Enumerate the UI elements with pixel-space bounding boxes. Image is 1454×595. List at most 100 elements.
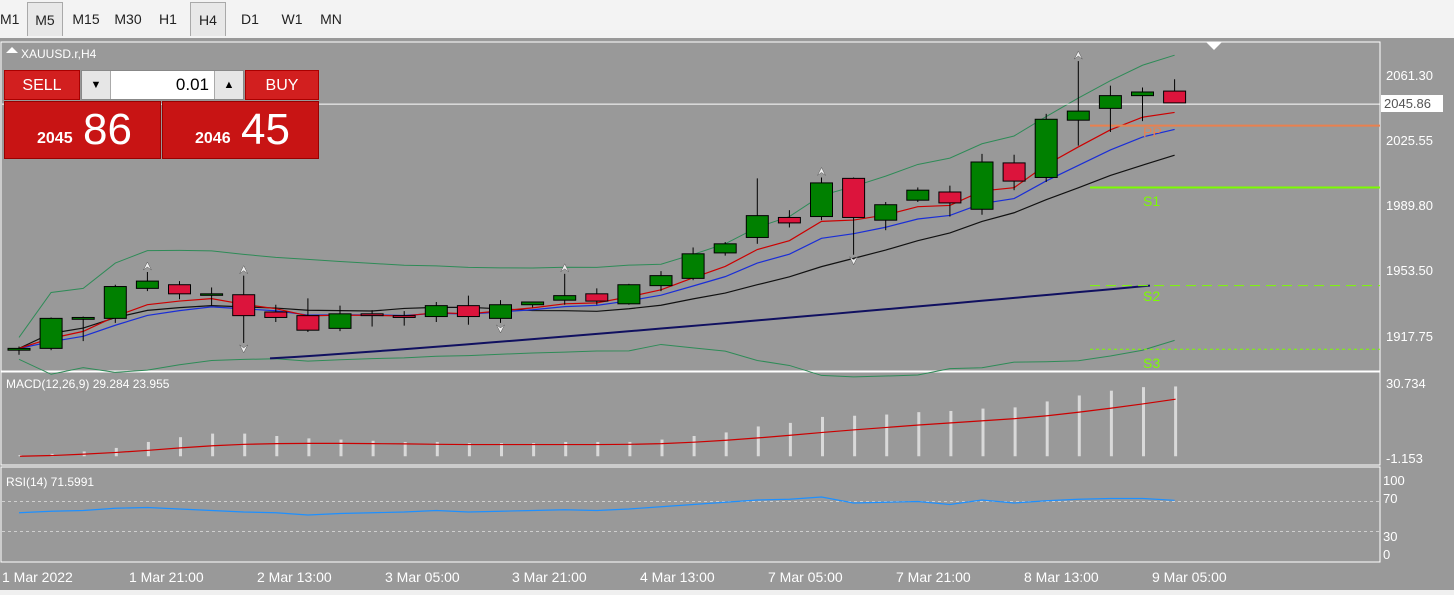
candle-body bbox=[7, 347, 31, 351]
chart-shift-marker-icon[interactable] bbox=[1206, 42, 1222, 50]
candle-body bbox=[1131, 91, 1154, 97]
lot-decrease-button[interactable]: ▼ bbox=[82, 71, 111, 99]
symbol-label: XAUUSD.r,H4 bbox=[21, 47, 97, 61]
rsi-pane-border bbox=[0, 466, 1381, 563]
candle-body bbox=[1163, 90, 1187, 104]
candle-body bbox=[392, 315, 416, 318]
timeframe-h4[interactable]: H4 bbox=[190, 2, 226, 36]
price-label: 2025.55 bbox=[1386, 133, 1433, 148]
moving-average-blue-line bbox=[18, 128, 1175, 349]
rsi-layer bbox=[2, 496, 1380, 532]
timeframe-w1[interactable]: W1 bbox=[273, 2, 311, 36]
date-label: 1 Mar 2022 bbox=[2, 569, 73, 585]
macd-histogram-bar bbox=[917, 412, 921, 457]
macd-histogram-bar bbox=[211, 433, 215, 457]
buy-price-prefix: 2046 bbox=[195, 130, 231, 147]
candle-body bbox=[810, 182, 833, 218]
moving-average-black-line bbox=[18, 154, 1175, 349]
candle-body bbox=[745, 215, 769, 238]
candle-body bbox=[328, 313, 352, 329]
candle-body bbox=[777, 216, 801, 224]
price-label: 1953.50 bbox=[1386, 263, 1433, 278]
current-price-label: 2045.86 bbox=[1384, 96, 1431, 111]
candle-body bbox=[617, 284, 641, 305]
macd-label: MACD(12,26,9) 29.284 23.955 bbox=[6, 377, 170, 391]
candle-body bbox=[456, 305, 480, 318]
candle-body bbox=[264, 311, 288, 318]
rsi-line bbox=[18, 496, 1175, 516]
candle-body bbox=[103, 286, 127, 319]
fractal-up-icon bbox=[817, 166, 826, 176]
macd-histogram-bar bbox=[1109, 390, 1113, 457]
one-click-trading-panel: SELL ▼ 0.01 ▲ BUY 2045 86 2046 45 bbox=[4, 70, 319, 159]
sell-price-box[interactable]: 2045 86 bbox=[4, 101, 161, 159]
sell-button[interactable]: SELL bbox=[4, 70, 80, 100]
date-label: 3 Mar 21:00 bbox=[512, 569, 587, 585]
candle-body bbox=[296, 315, 320, 331]
fractal-down-icon bbox=[496, 324, 505, 334]
timeframe-mn[interactable]: MN bbox=[313, 2, 349, 36]
collapse-triangle-icon[interactable] bbox=[6, 47, 18, 53]
macd-histogram-bar bbox=[1077, 395, 1081, 457]
candle-body bbox=[906, 189, 930, 201]
macd-pane-border bbox=[0, 371, 1381, 466]
timeframe-d1[interactable]: D1 bbox=[233, 2, 267, 36]
buy-price-box[interactable]: 2046 45 bbox=[162, 101, 319, 159]
macd-histogram-bar bbox=[949, 410, 953, 457]
macd-scale-min: -1.153 bbox=[1386, 451, 1423, 466]
candle-body bbox=[938, 191, 962, 204]
date-label: 7 Mar 21:00 bbox=[896, 569, 971, 585]
candle-body bbox=[1066, 110, 1090, 121]
candle-body bbox=[1098, 95, 1122, 109]
lot-size-value[interactable]: 0.01 bbox=[112, 71, 213, 99]
candle-body bbox=[71, 316, 95, 320]
candle-body bbox=[553, 295, 577, 301]
candle-body bbox=[360, 313, 384, 317]
pivot-s2-label: S2 bbox=[1143, 288, 1160, 304]
fractal-up-icon bbox=[143, 261, 152, 271]
date-label: 8 Mar 13:00 bbox=[1024, 569, 1099, 585]
candle-body bbox=[681, 253, 705, 279]
timeframe-m5[interactable]: M5 bbox=[27, 2, 63, 36]
candle-body bbox=[649, 275, 673, 287]
date-label: 2 Mar 13:00 bbox=[257, 569, 332, 585]
macd-histogram-bar bbox=[788, 422, 792, 457]
macd-histogram-bar bbox=[307, 438, 311, 457]
macd-histogram-bar bbox=[1174, 386, 1178, 457]
timeframe-m1[interactable]: M1 bbox=[0, 2, 19, 36]
fractal-down-icon bbox=[239, 344, 248, 354]
candle-body bbox=[39, 317, 63, 349]
date-label: 1 Mar 21:00 bbox=[129, 569, 204, 585]
timeframe-m15[interactable]: M15 bbox=[67, 2, 105, 36]
buy-price-big: 45 bbox=[241, 105, 290, 154]
buy-button[interactable]: BUY bbox=[245, 70, 319, 100]
candle-body bbox=[874, 204, 898, 221]
date-label: 7 Mar 05:00 bbox=[768, 569, 843, 585]
macd-histogram-bar bbox=[981, 408, 985, 457]
rsi-scale-100: 100 bbox=[1383, 473, 1405, 488]
candle-body bbox=[970, 161, 994, 210]
macd-histogram-bar bbox=[1045, 401, 1049, 457]
pivot-pp-label: PP bbox=[1143, 124, 1162, 140]
price-label: 1917.75 bbox=[1386, 329, 1433, 344]
date-label: 3 Mar 05:00 bbox=[385, 569, 460, 585]
candle-body bbox=[1002, 162, 1026, 182]
date-label: 9 Mar 05:00 bbox=[1152, 569, 1227, 585]
rsi-scale-70: 70 bbox=[1383, 491, 1397, 506]
rsi-scale-0: 0 bbox=[1383, 547, 1390, 562]
sell-price-prefix: 2045 bbox=[37, 130, 73, 147]
macd-scale-max: 30.734 bbox=[1386, 376, 1426, 391]
candle-body bbox=[424, 305, 448, 318]
rsi-scale-30: 30 bbox=[1383, 529, 1397, 544]
candle-body bbox=[135, 280, 159, 289]
slow-moving-average-line bbox=[269, 284, 1151, 360]
candle-body bbox=[1034, 118, 1058, 178]
macd-histogram-bar bbox=[692, 435, 696, 457]
fractal-up-icon bbox=[239, 265, 248, 274]
lot-size-field[interactable]: ▼ 0.01 ▲ bbox=[81, 70, 244, 100]
timeframe-h1[interactable]: H1 bbox=[152, 2, 184, 36]
candle-body bbox=[842, 177, 866, 218]
timeframe-m30[interactable]: M30 bbox=[108, 2, 148, 36]
lot-increase-button[interactable]: ▲ bbox=[214, 71, 243, 99]
candle-body bbox=[168, 284, 191, 295]
